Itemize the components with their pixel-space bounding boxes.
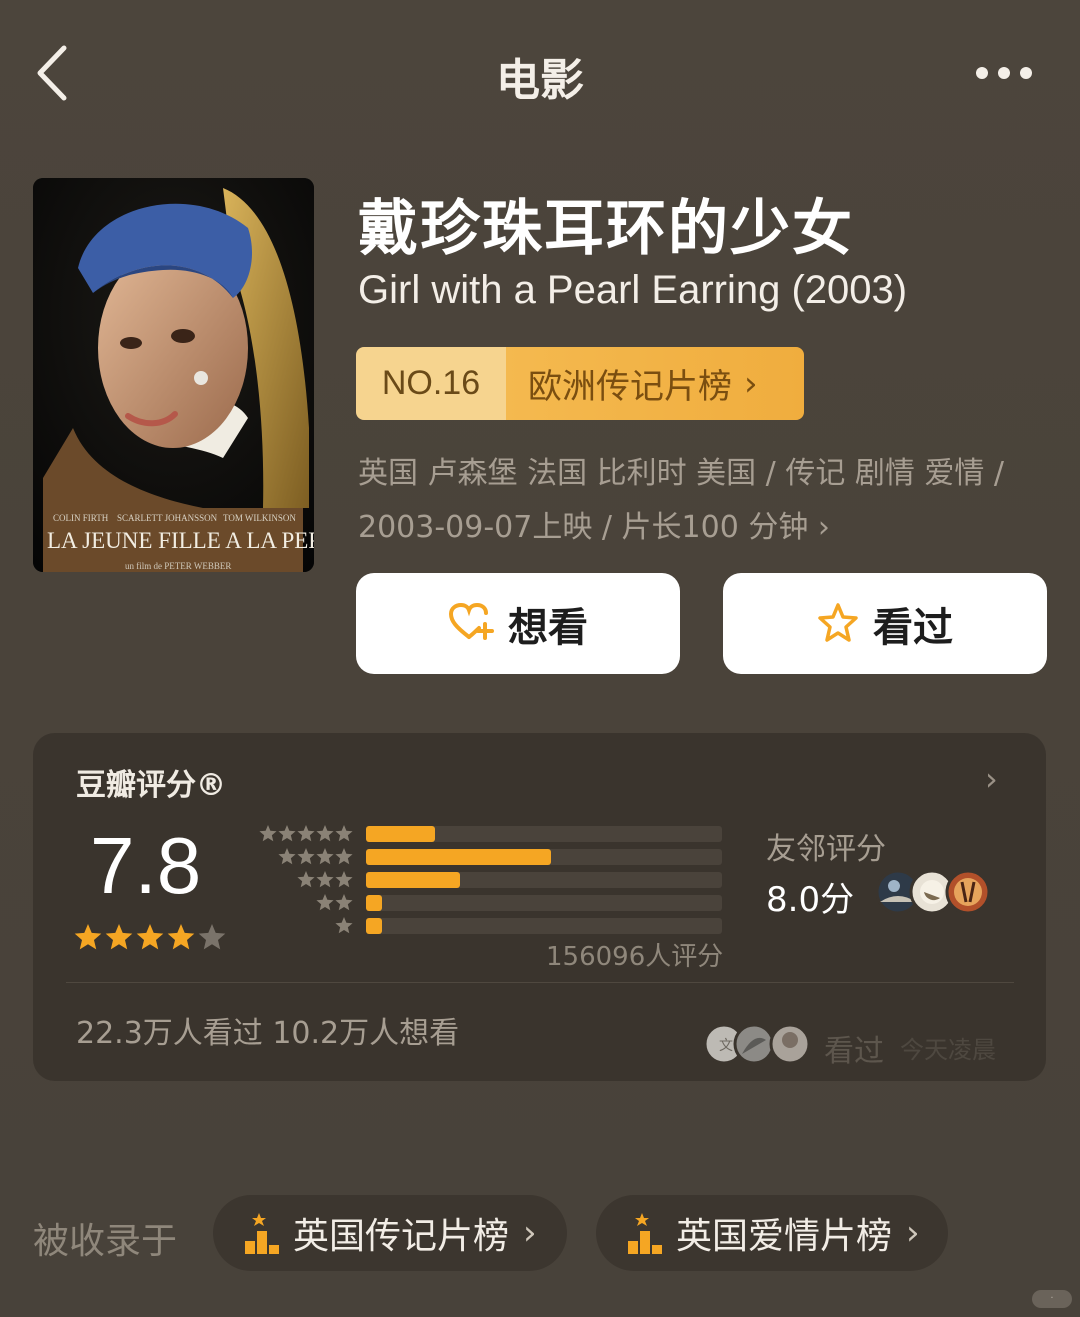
chip-label: 英国爱情片榜 [676,1216,893,1257]
star-icon [198,924,226,950]
svg-text:文: 文 [719,1038,733,1054]
star-level-icon [278,848,296,865]
star-icon [136,924,164,950]
star-level-icon [316,871,334,888]
rank-list-link[interactable]: 欧洲传记片榜 › [506,347,804,420]
chevron-right-icon: › [906,1213,920,1253]
distribution-bar-track [366,918,722,934]
rating-title: 豆瓣评分® [76,768,226,803]
star-level-icon [297,871,315,888]
star-level-icon [297,825,315,842]
star-level-icon [316,894,334,911]
seen-label: 看过 [824,1034,884,1069]
rating-count: 156096人评分 [546,942,724,972]
movie-meta-release-text: 2003-09-07上映 / 片长100 分钟 [358,510,809,545]
ranking-podium-icon [626,1211,666,1255]
watched-label: 看过 [873,604,953,651]
star-level-icon [316,825,334,842]
svg-text:COLIN FIRTH: COLIN FIRTH [53,513,109,523]
ranking-badge[interactable]: NO.16 欧洲传记片榜 › [356,347,804,420]
svg-text:un film de PETER WEBBER: un film de PETER WEBBER [125,561,231,571]
star-level-icon [335,871,353,888]
page-title: 电影 [496,55,584,106]
chevron-right-icon: › [817,510,830,545]
distribution-bar-fill [366,872,461,888]
watched-button[interactable]: 看过 [723,573,1047,674]
chevron-right-icon: › [523,1213,537,1253]
seen-friend-avatars[interactable]: 文 [702,1022,814,1066]
distribution-bar [366,826,722,842]
distribution-bar [366,918,722,934]
seen-time: 今天凌晨 [900,1036,996,1064]
rank-list-label: 欧洲传记片榜 [528,367,732,407]
star-outline-icon [817,602,859,646]
movie-title-en: Girl with a Pearl Earring (2003) [358,268,908,312]
rating-distribution [366,822,722,942]
rating-stars [72,920,232,956]
distribution-bar-track [366,895,722,911]
chip-uk-biography-list[interactable]: 英国传记片榜 › [213,1195,567,1271]
movie-title-cn: 戴珍珠耳环的少女 [358,194,854,264]
chevron-right-icon: › [744,363,758,404]
movie-meta-release[interactable]: 2003-09-07上映 / 片长100 分钟 › [358,502,830,546]
divider [66,982,1014,983]
friends-rating-score: 8.0分 [766,880,855,920]
star-level-icon [259,825,277,842]
svg-text:LA JEUNE FILLE A LA PERLE: LA JEUNE FILLE A LA PERLE [47,528,314,553]
svg-text:SCARLETT JOHANSSON: SCARLETT JOHANSSON [117,513,218,523]
star-level-icon [316,848,334,865]
heart-plus-icon [448,602,494,646]
chevron-right-icon[interactable]: › [985,760,998,798]
movie-poster[interactable]: COLIN FIRTH SCARLETT JOHANSSON TOM WILKI… [33,178,314,572]
star-icon [74,924,102,950]
movie-meta-countries-genres: 英国 卢森堡 法国 比利时 美国 / 传记 剧情 爱情 / [358,456,1005,491]
ranking-podium-icon [243,1211,283,1255]
distribution-bar-fill [366,849,552,865]
distribution-bar [366,872,722,888]
distribution-bar-fill [366,826,436,842]
star-level-icon [335,825,353,842]
svg-text:TOM WILKINSON: TOM WILKINSON [223,513,296,523]
star-level-icon [297,848,315,865]
distribution-bar [366,849,722,865]
chip-uk-romance-list[interactable]: 英国爱情片榜 › [596,1195,948,1271]
friend-avatars[interactable] [875,868,996,916]
friends-rating-label: 友邻评分 [766,832,886,867]
watermark-badge: · [1032,1290,1072,1308]
star-level-icon [278,825,296,842]
star-icon [105,924,133,950]
distribution-bar [366,895,722,911]
star-level-icon [335,848,353,865]
star-level-icon [335,917,353,934]
chip-label: 英国传记片榜 [293,1216,510,1257]
star-icon [167,924,195,950]
rating-score: 7.8 [90,821,202,910]
more-dots-icon[interactable] [970,60,1036,86]
included-in-label: 被收录于 [33,1221,178,1262]
distribution-bar-fill [366,895,383,911]
distribution-bar-fill [366,918,383,934]
want-to-watch-label: 想看 [508,604,588,651]
star-level-icon [335,894,353,911]
watch-stats: 22.3万人看过 10.2万人想看 [76,1016,460,1051]
rank-number: NO.16 [356,347,506,420]
want-to-watch-button[interactable]: 想看 [356,573,680,674]
star-level-labels [250,822,354,942]
